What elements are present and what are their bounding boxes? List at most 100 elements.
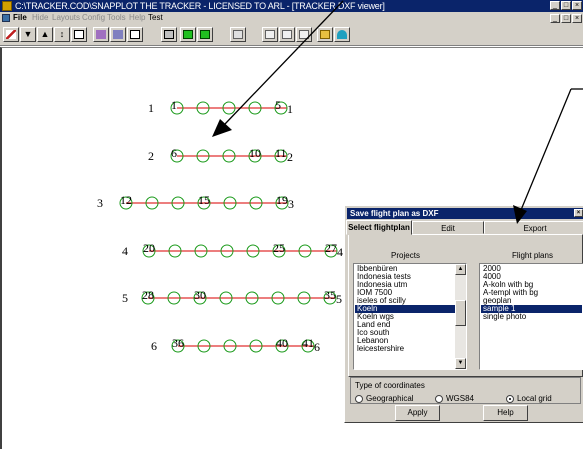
tab-export[interactable]: Export [484,221,583,234]
flight-plan-item[interactable]: 4000 [481,273,582,281]
flight-line-4[interactable]: 4 20 25 27 4 [122,241,343,259]
flight-plan-item[interactable]: A-templ with bg [481,289,582,297]
move-up-button[interactable]: ▲ [37,27,53,42]
scroll-down-button[interactable]: ▼ [455,358,466,369]
flight-line-5[interactable]: 5 28 30 35 5 [122,288,342,306]
document-window-controls: _ □ × [550,14,582,23]
radio-geographical[interactable]: Geographical [355,394,414,403]
preview-button[interactable] [279,27,295,42]
parachute-button[interactable] [334,27,350,42]
toolbar: ▼ ▲ ↕ [0,24,583,46]
menu-help[interactable]: Help [129,12,145,24]
project-item[interactable]: leicestershire [355,345,455,353]
scroll-up-button[interactable]: ▲ [455,264,466,275]
flight-plan-item[interactable]: A-koln with bg [481,281,582,289]
photo-number: 5 [275,98,281,112]
frame-button[interactable] [161,27,177,42]
flight-line-3[interactable]: 3 12 15 19 3 [97,193,294,211]
photo-number: 27 [325,241,337,255]
flight-plan-item[interactable]: geoplan [481,297,582,305]
project-item[interactable]: Lebanon [355,337,455,345]
maximize-button[interactable]: □ [561,1,571,10]
apply-button[interactable]: Apply [395,405,440,421]
flight-plan-item[interactable]: 2000 [481,265,582,273]
photo-number: 12 [120,193,132,207]
project-item[interactable]: iseles of scilly [355,297,455,305]
flight-line-1[interactable]: 1151 [148,98,293,116]
export-button[interactable] [296,27,312,42]
menu-tools[interactable]: Tools [107,12,126,24]
flight-line-end-label: 4 [337,245,343,259]
wand-icon [96,30,106,39]
menu-test[interactable]: Test [148,12,163,24]
flight-plan-item[interactable]: sample 1 [481,305,582,313]
up-down-button[interactable]: ↕ [54,27,70,42]
project-item[interactable]: IOM 7500 [355,289,455,297]
radio-wgs84[interactable]: WGS84 [435,394,474,403]
app-icon [2,1,12,11]
project-item[interactable]: Indonesia tests [355,273,455,281]
flight-line-end-label: 1 [287,102,293,116]
scroll-thumb[interactable] [455,300,466,326]
project-item[interactable]: Koeln wgs [355,313,455,321]
flight-line-label: 1 [148,101,154,115]
project-item[interactable]: Koeln [355,305,455,313]
title-bar: C:\TRACKER.COD\SNAPPLOT THE TRACKER - LI… [0,0,583,12]
flight-line-label: 5 [122,291,128,305]
close-button[interactable]: × [572,1,582,10]
move-down-button[interactable]: ▼ [20,27,36,42]
projects-list[interactable]: Ibbenbüren Indonesia tests Indonesia utm IO… [353,263,467,370]
photo-number: 41 [302,336,314,350]
flight-line-label: 4 [122,244,128,258]
doc-restore-button[interactable]: □ [561,14,571,23]
radio-dot [506,394,514,403]
radio-dot [355,394,363,403]
menu-layouts[interactable]: Layouts [52,12,80,24]
frame-icon [164,30,174,39]
flight-line-end-label: 2 [287,150,293,164]
flight-plans-list[interactable]: 2000 4000 A-koln with bg A-templ with bg geo… [479,263,583,370]
menu-file[interactable]: File [13,12,27,24]
open-folder-button[interactable] [317,27,333,42]
menu-hide[interactable]: Hide [32,12,48,24]
photo-number: 25 [273,241,285,255]
doc-minimize-button[interactable]: _ [550,14,560,23]
radio-local-grid[interactable]: Local grid [506,394,552,403]
coordinates-label: Type of coordinates [355,381,425,390]
minimize-button[interactable]: _ [550,1,560,10]
photo-number: 6 [171,146,177,160]
tab-select-flightplan[interactable]: Select flightplan [346,220,412,235]
flight-line-6[interactable]: 6 36 40 41 6 [151,336,320,354]
flight-line-end-label: 5 [336,292,342,306]
help-button[interactable]: Help [483,405,528,421]
select-tool-button[interactable] [71,27,87,42]
magic-tool-button[interactable] [93,27,109,42]
tab-edit[interactable]: Edit [412,221,484,234]
project-item[interactable]: Ibbenbüren [355,265,455,273]
projects-scrollbar[interactable]: ▲ ▼ [455,264,466,369]
layout-right-button[interactable] [197,27,213,42]
photo-number: 20 [143,241,155,255]
pencil-icon [6,30,16,39]
dialog-close-button[interactable]: × [574,209,583,217]
document-icon[interactable] [2,14,10,22]
layout-left-button[interactable] [180,27,196,42]
project-item[interactable]: Ico south [355,329,455,337]
print-button[interactable] [262,27,278,42]
grid-button[interactable] [230,27,246,42]
export-icon [299,30,309,39]
pencil-tool-button[interactable] [3,27,19,42]
project-item[interactable]: Indonesia utm [355,281,455,289]
dialog-title: Save flight plan as DXF [350,209,439,218]
flight-plans-items: 2000 4000 A-koln with bg A-templ with bg geo… [481,265,582,321]
flight-line-end-label: 3 [288,197,294,211]
photo-number: 40 [276,336,288,350]
doc-close-button[interactable]: × [572,14,582,23]
flight-plan-item[interactable]: single photo [481,313,582,321]
project-item[interactable]: Land end [355,321,455,329]
flight-line-2[interactable]: 2 6 10 11 2 [148,146,293,164]
list-view-button[interactable] [110,27,126,42]
menu-config[interactable]: Config [82,12,105,24]
window-view-button[interactable] [127,27,143,42]
folder-icon [320,30,330,39]
